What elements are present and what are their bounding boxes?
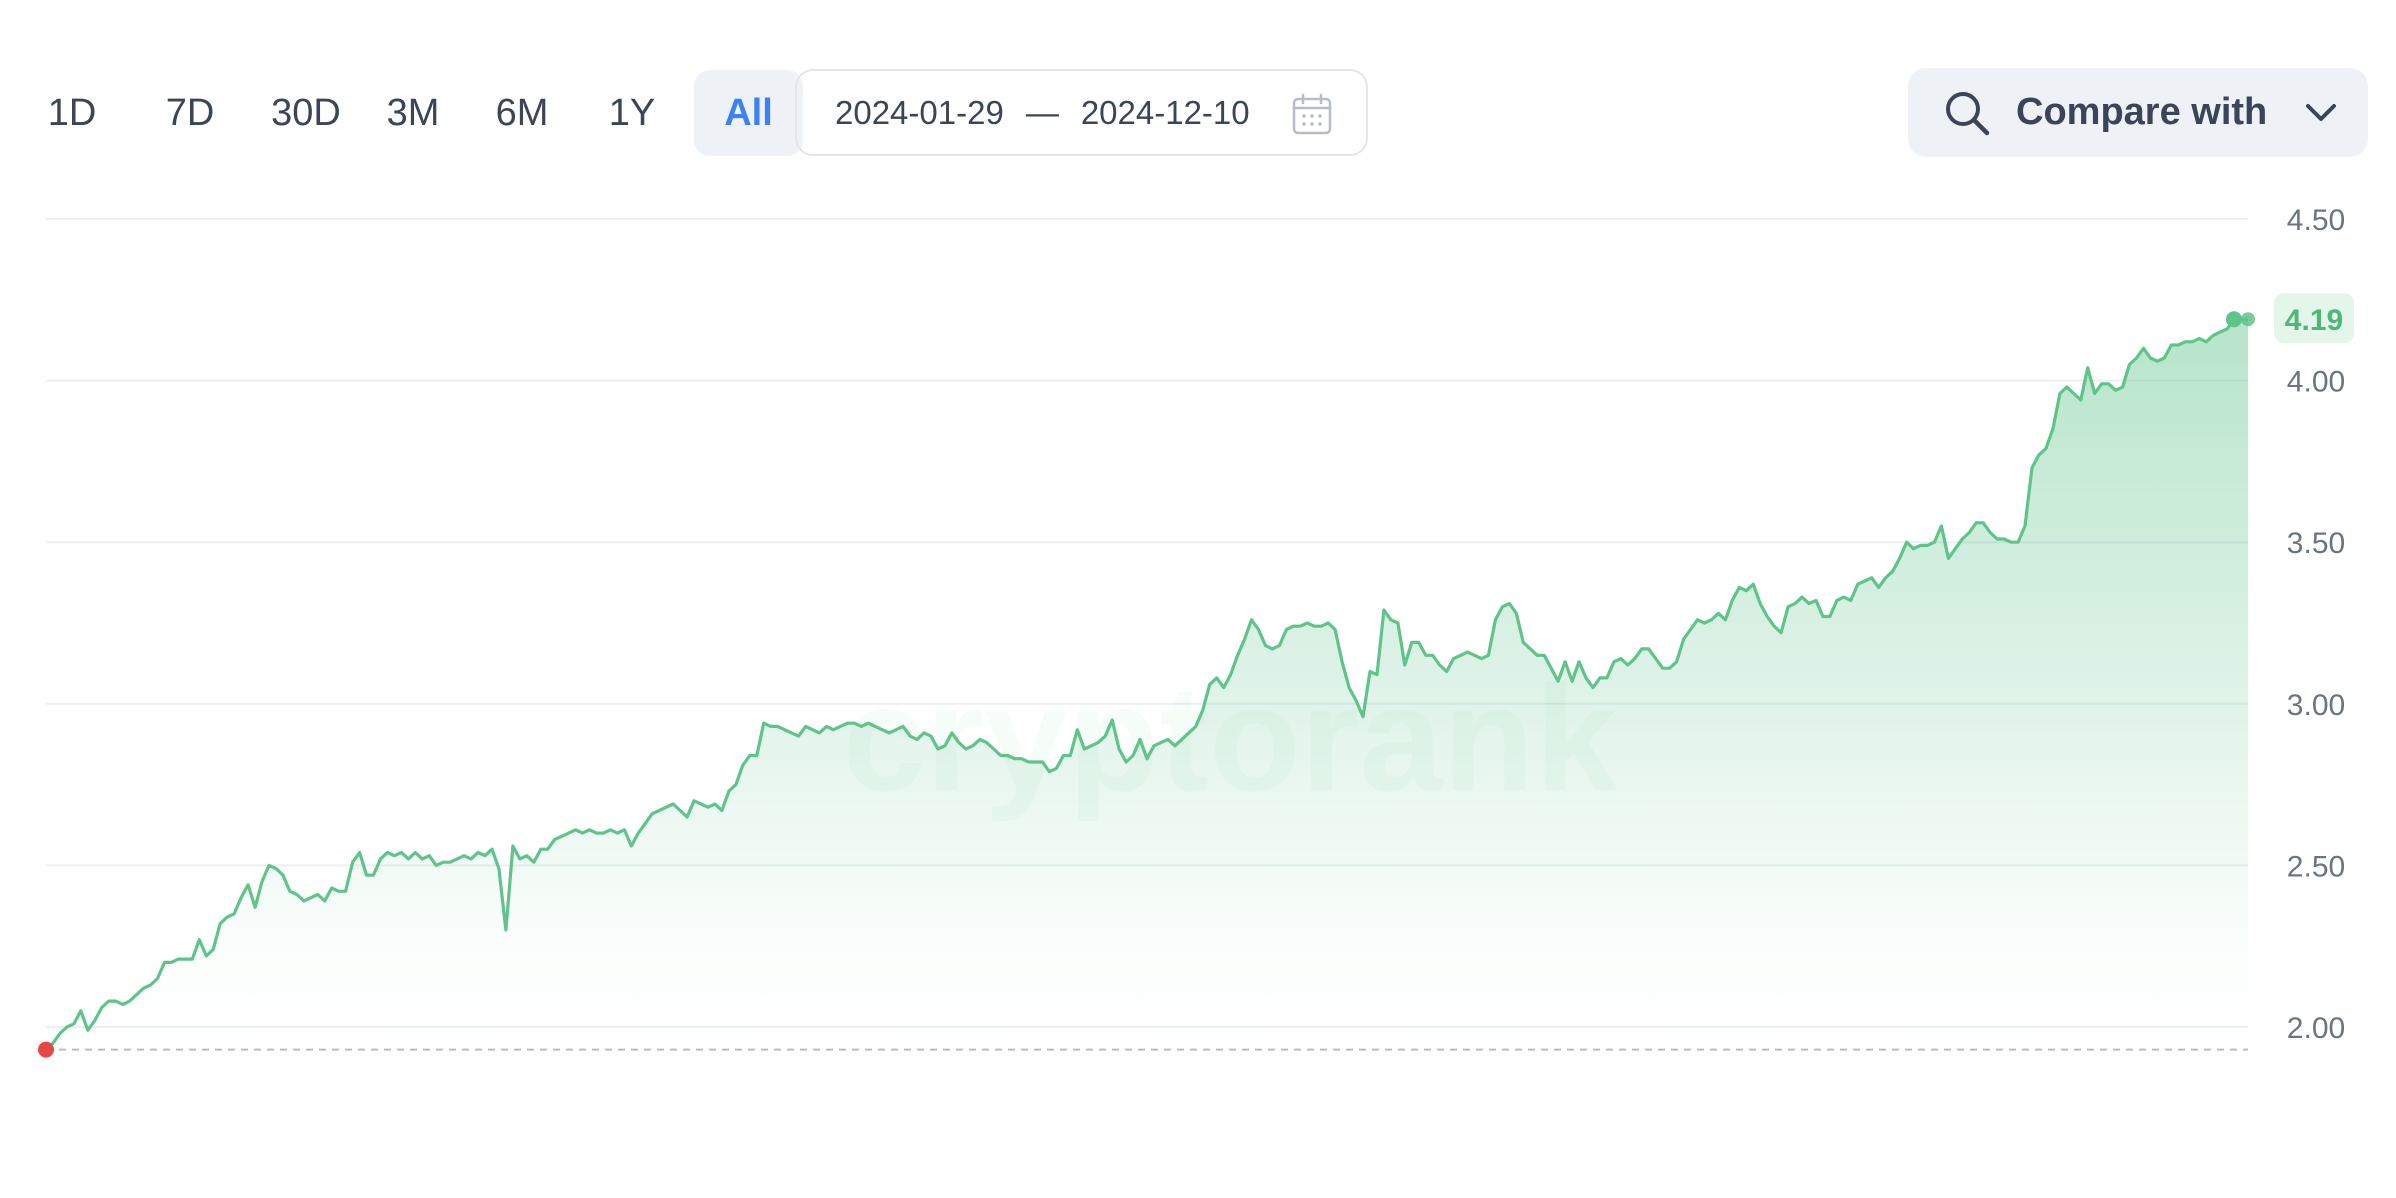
y-tick-label: 2.00: [2287, 1012, 2345, 1045]
y-tick-label: 3.00: [2287, 689, 2345, 722]
y-tick-label: 2.50: [2287, 850, 2345, 883]
price-chart[interactable]: cryptorank 4.504.003.503.002.502.00 4.19: [0, 0, 2396, 1198]
y-tick-label: 3.50: [2287, 527, 2345, 560]
y-tick-label: 4.00: [2287, 366, 2345, 399]
last-price-label: 4.19: [2285, 304, 2343, 337]
y-tick-label: 4.50: [2287, 204, 2345, 237]
last-point-marker-shadow: [2241, 312, 2255, 327]
start-point-marker: [38, 1041, 54, 1058]
last-point-marker: [2226, 311, 2242, 328]
last-price-badge: 4.19: [2274, 293, 2354, 344]
